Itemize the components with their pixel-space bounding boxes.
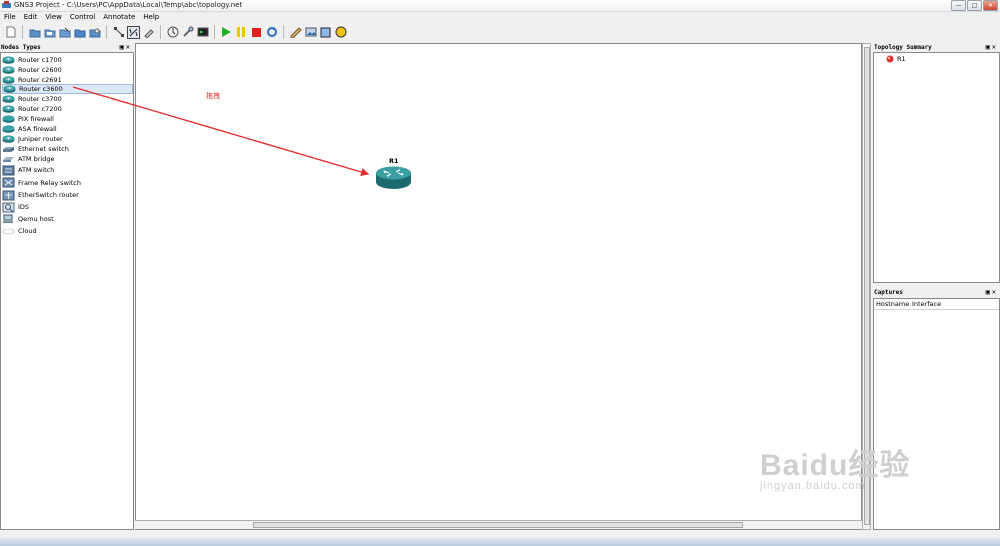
topology-panel-title: Topology Summary [874, 44, 932, 51]
canvas-horizontal-scrollbar[interactable] [135, 520, 862, 529]
topology-panel-float-close-icon[interactable]: ▣✕ [986, 43, 998, 51]
captures-panel-header: Captures ▣✕ [873, 288, 1000, 297]
captures-panel-float-close-icon[interactable]: ▣✕ [986, 288, 998, 296]
column-hostname[interactable]: Hostname [874, 300, 912, 308]
topology-panel-header: Topology Summary ▣✕ [873, 43, 1000, 52]
node-label-r1: R1 [389, 157, 399, 165]
taskbar [0, 538, 1000, 546]
topology-item-r1[interactable]: R1 [886, 54, 906, 64]
drag-annotation: 拖拽 [206, 92, 220, 100]
topology-summary-list: R1 [873, 52, 1000, 283]
router-r1-icon[interactable] [375, 165, 412, 190]
topology-item-label: R1 [897, 55, 906, 63]
column-interface[interactable]: Interface [912, 300, 941, 308]
watermark-main-text: Baidu经验 [760, 449, 911, 482]
horizontal-scroll-thumb[interactable] [253, 522, 743, 528]
baidu-watermark: Baidu经验 jingyan.baidu.com [760, 440, 910, 492]
router-status-icon [886, 55, 894, 63]
captures-table: Hostname Interface [873, 298, 1000, 530]
captures-header-row: Hostname Interface [874, 299, 999, 310]
captures-panel-title: Captures [874, 289, 903, 296]
